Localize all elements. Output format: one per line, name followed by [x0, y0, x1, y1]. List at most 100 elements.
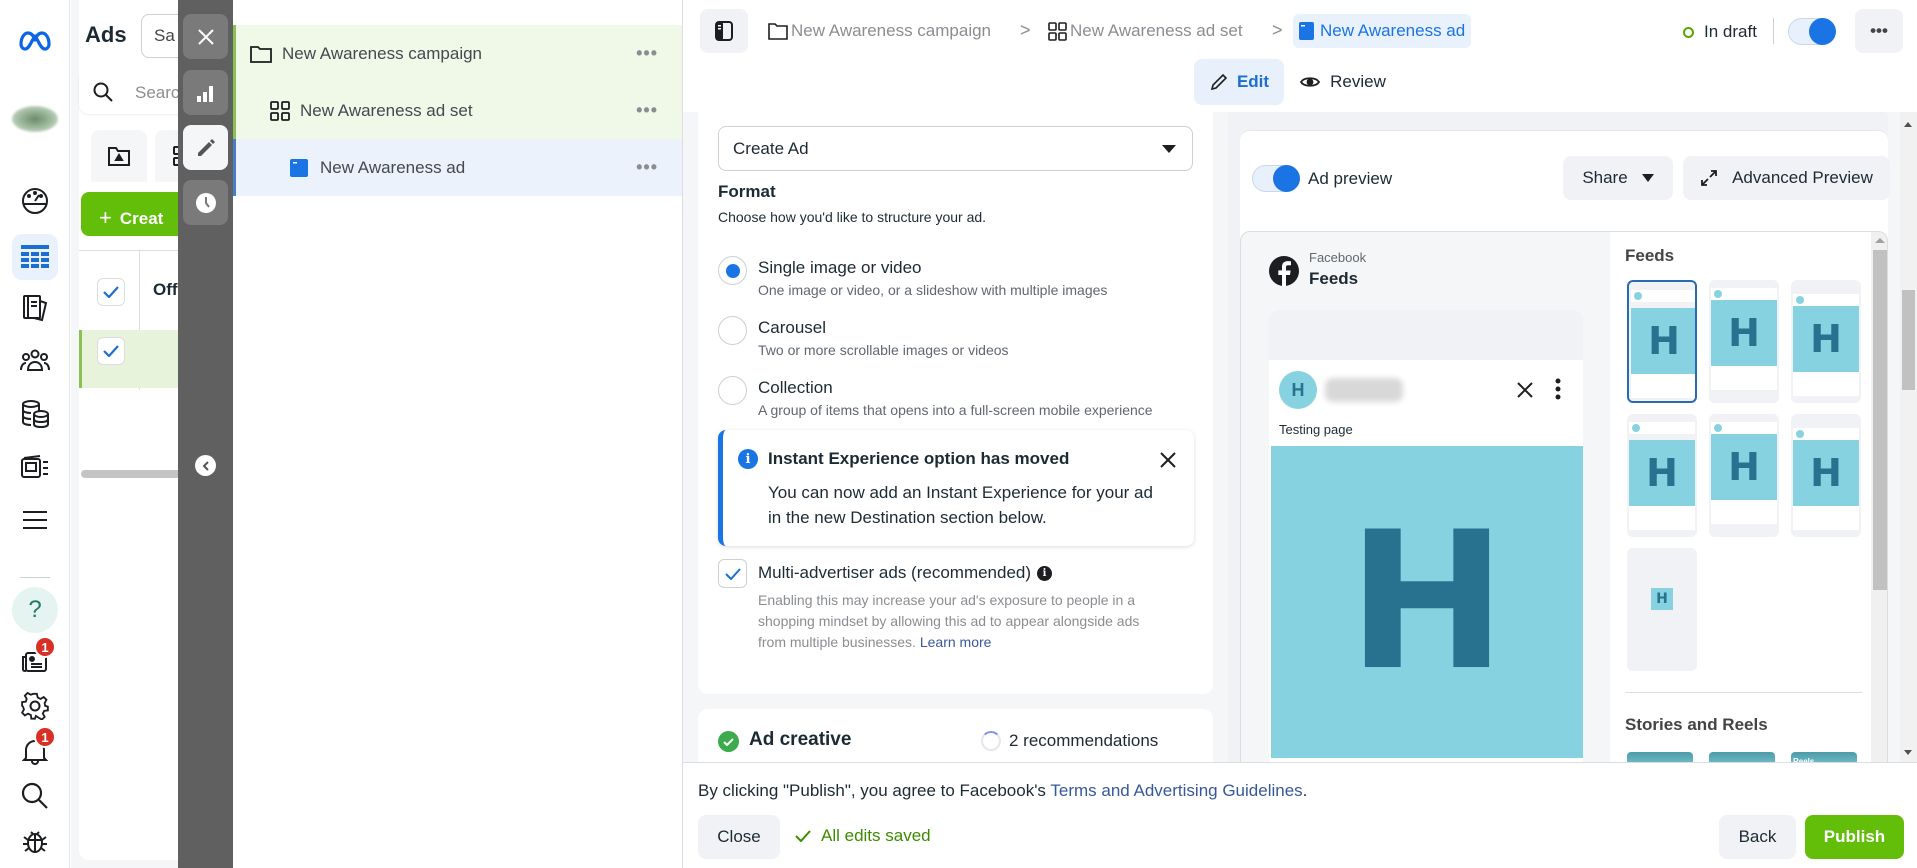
multi-advertiser-checkbox[interactable] — [718, 559, 747, 588]
ad-preview-toggle[interactable] — [1252, 165, 1300, 192]
page-scrollbar[interactable] — [1900, 112, 1917, 762]
save-status-text: All edits saved — [821, 826, 931, 845]
radio-collection[interactable] — [718, 376, 747, 405]
breadcrumb-ad-label: New Awareness ad — [1320, 21, 1466, 40]
bug-report-icon[interactable] — [12, 818, 58, 864]
back-button[interactable]: Back — [1719, 815, 1796, 859]
tab-review[interactable]: Review — [1293, 59, 1393, 105]
feed-placement-thumbnail[interactable]: H — [1627, 414, 1697, 537]
campaign-more-button[interactable]: ••• — [636, 43, 658, 64]
table-row[interactable] — [79, 330, 181, 388]
breadcrumb-ad[interactable]: New Awareness ad — [1293, 14, 1472, 48]
option-title: Carousel — [758, 318, 827, 337]
ad-image: H — [1271, 446, 1583, 758]
publish-button[interactable]: Publish — [1805, 815, 1904, 859]
horizontal-scrollbar[interactable] — [81, 470, 181, 478]
story-thumbnail[interactable] — [1627, 752, 1693, 762]
more-options-button[interactable]: ••• — [1855, 9, 1903, 53]
toggle-sidebar-button[interactable] — [700, 9, 748, 53]
info-tooltip-icon[interactable]: i — [1037, 565, 1053, 581]
placements-scrollbar[interactable] — [1871, 232, 1887, 762]
terms-suffix: . — [1302, 781, 1308, 800]
history-clock-button[interactable] — [183, 180, 228, 225]
collapse-chevron-left-icon[interactable] — [195, 455, 216, 476]
ad-set-more-button[interactable]: ••• — [636, 100, 658, 121]
row-checkbox[interactable] — [97, 337, 125, 365]
status-badge: In draft — [1683, 22, 1757, 42]
expand-icon — [1701, 170, 1717, 186]
breadcrumb-separator: > — [1272, 20, 1283, 40]
feed-placement-thumbnail[interactable]: H — [1627, 548, 1697, 671]
learn-more-link[interactable]: Learn more — [920, 634, 992, 650]
dismiss-notice-button[interactable] — [1160, 452, 1176, 468]
preview-placement: Feeds — [1309, 269, 1359, 288]
radio-carousel[interactable] — [718, 316, 747, 345]
recommendations-link[interactable]: 2 recommendations — [981, 731, 1158, 751]
thumbnail-header — [1631, 290, 1695, 302]
billing-coins-icon[interactable] — [12, 391, 58, 437]
tab-edit[interactable]: Edit — [1194, 59, 1284, 105]
charts-button[interactable] — [183, 70, 228, 115]
create-ad-select[interactable]: Create Ad — [718, 126, 1193, 171]
ad-more-button[interactable]: ••• — [636, 157, 658, 178]
placements-list: Feeds HHHHHHH Stories and Reels Reels — [1610, 232, 1872, 762]
tab-edit-label: Edit — [1236, 72, 1270, 91]
media-library-icon[interactable] — [12, 444, 58, 490]
audiences-icon[interactable] — [12, 338, 58, 384]
tree-item-ad-set[interactable]: New Awareness ad set ••• — [233, 82, 682, 139]
feed-placement-thumbnail[interactable]: H — [1709, 414, 1779, 537]
ad-preview-label: Ad preview — [1308, 169, 1393, 188]
post-menu-kebab-icon[interactable] — [1555, 378, 1561, 400]
feed-placement-thumbnail[interactable]: H — [1709, 280, 1779, 403]
instant-experience-notice: i Instant Experience option has moved Yo… — [718, 430, 1194, 546]
ads-title: Ads — [85, 22, 127, 47]
breadcrumb-ad-set[interactable]: New Awareness ad set — [1048, 14, 1243, 48]
ad-on-off-toggle[interactable] — [1788, 18, 1836, 45]
close-editor-button[interactable] — [183, 14, 228, 59]
news-icon[interactable]: 1 — [12, 636, 58, 684]
thumbnail-header — [1793, 294, 1859, 306]
tab-campaigns[interactable] — [91, 130, 147, 182]
editor-footer: By clicking "Publish", you agree to Face… — [683, 762, 1917, 868]
feed-placement-thumbnail[interactable]: H — [1627, 280, 1697, 403]
meta-logo[interactable] — [12, 18, 58, 64]
advanced-preview-button[interactable]: Advanced Preview — [1683, 156, 1890, 200]
pencil-icon — [1210, 73, 1228, 91]
dashboard-gauge-icon[interactable] — [12, 178, 58, 224]
settings-gear-icon[interactable] — [12, 683, 58, 729]
reels-thumbnail[interactable]: Reels — [1791, 752, 1857, 762]
story-thumbnail[interactable] — [1709, 752, 1775, 762]
feeds-title: Feeds — [1625, 246, 1675, 265]
help-icon[interactable]: ? — [12, 587, 58, 633]
feed-placement-thumbnail[interactable]: H — [1791, 414, 1861, 537]
share-dropdown[interactable]: Share — [1563, 156, 1673, 200]
breadcrumb-campaign[interactable]: New Awareness campaign — [768, 14, 991, 48]
close-button[interactable]: Close — [698, 815, 780, 859]
edit-pencil-button[interactable] — [183, 125, 228, 170]
ad-set-name: New Awareness ad set — [300, 100, 473, 120]
terms-link[interactable]: Terms and Advertising Guidelines — [1050, 781, 1302, 800]
column-off-on[interactable]: Off — [153, 280, 178, 300]
saved-view-dropdown[interactable]: Sa — [141, 14, 181, 58]
terms-prefix: By clicking "Publish", you agree to Face… — [698, 781, 1051, 800]
format-title: Format — [718, 182, 776, 201]
notifications-bell-icon[interactable]: 1 — [12, 726, 58, 774]
all-tools-menu-icon[interactable] — [12, 497, 58, 543]
pages-icon[interactable] — [12, 285, 58, 331]
tree-item-ad[interactable]: New Awareness ad ••• — [233, 139, 682, 196]
tree-item-campaign[interactable]: New Awareness campaign ••• — [233, 25, 682, 82]
desc-line: Enabling this may increase your ad's exp… — [758, 592, 1136, 608]
search-icon[interactable] — [12, 773, 58, 819]
notice-body: You can now add an Instant Experience fo… — [768, 483, 1153, 502]
feed-placement-thumbnail[interactable]: H — [1791, 280, 1861, 403]
account-avatar[interactable] — [12, 96, 58, 142]
create-button[interactable]: + Creat — [81, 192, 181, 236]
radio-single-image[interactable] — [718, 256, 747, 285]
select-all-checkbox[interactable] — [97, 278, 125, 306]
hide-post-close-icon[interactable] — [1517, 382, 1533, 398]
multi-advertiser-text: Multi-advertiser ads (recommended) — [758, 563, 1032, 582]
ads-manager-table-icon[interactable] — [12, 234, 58, 280]
search-box[interactable]: Searc — [79, 70, 181, 114]
create-label: Creat — [119, 209, 164, 228]
global-nav: ? 1 1 — [0, 0, 70, 868]
